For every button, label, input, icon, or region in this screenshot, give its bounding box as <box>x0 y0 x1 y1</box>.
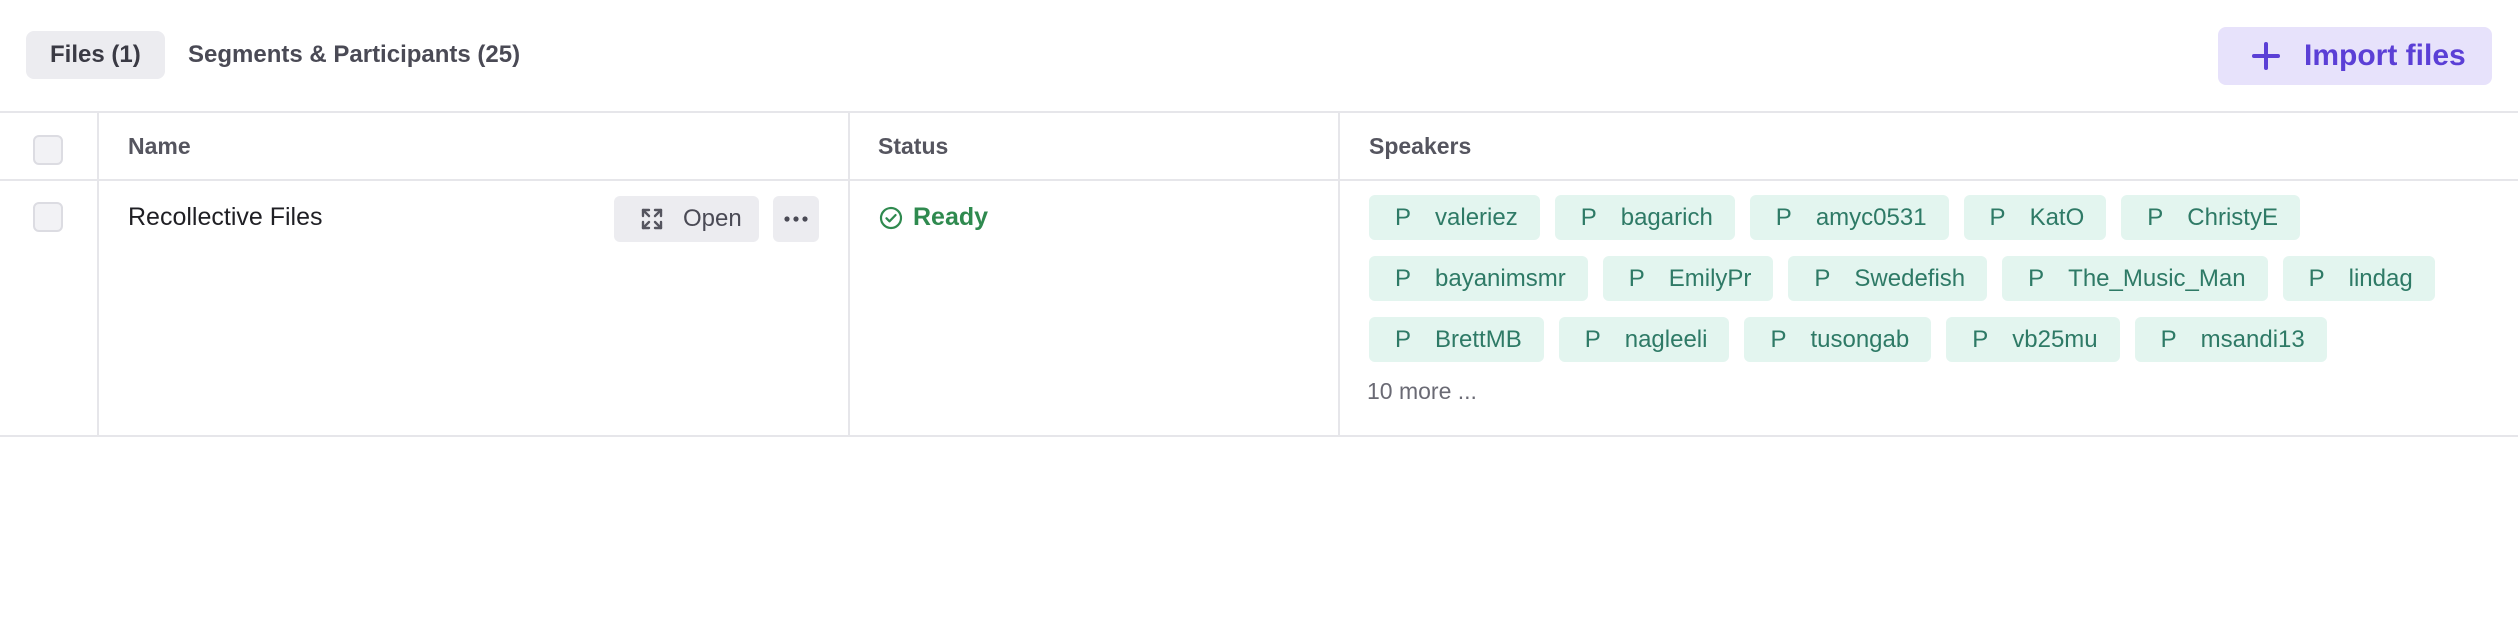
column-divider <box>1338 113 1340 181</box>
more-speakers-link[interactable]: 10 more ... <box>1367 378 1477 405</box>
speaker-name: nagleeli <box>1624 325 1708 353</box>
speaker-chip[interactable]: P BrettMB <box>1369 317 1544 362</box>
participant-icon: P <box>1395 325 1412 353</box>
speaker-chip[interactable]: P KatO <box>1963 195 2107 240</box>
speaker-name: BrettMB <box>1435 325 1522 353</box>
column-header-speakers[interactable]: Speakers <box>1369 133 1471 160</box>
column-divider <box>97 113 99 181</box>
open-button[interactable]: Open <box>614 196 759 242</box>
file-name[interactable]: Recollective Files <box>128 203 323 232</box>
tab-segments-participants[interactable]: Segments & Participants (25) <box>164 31 544 79</box>
participant-icon: P <box>2160 325 2177 353</box>
status-label: Ready <box>913 203 989 231</box>
speaker-chip[interactable]: Pvb25mu <box>1946 317 2120 362</box>
participant-icon: P <box>2028 264 2045 292</box>
speaker-name: vb25mu <box>2012 325 2098 353</box>
status-badge: Ready <box>879 203 988 232</box>
speaker-chip[interactable]: Plindag <box>2282 256 2435 301</box>
table-header: Name Status Speakers <box>0 113 2518 181</box>
check-circle-icon <box>879 206 903 229</box>
participant-icon: P <box>1989 203 2006 231</box>
participant-icon: P <box>1814 264 1831 292</box>
expand-icon <box>641 208 663 230</box>
speaker-name: The_Music_Man <box>2068 264 2246 292</box>
column-divider <box>1338 181 1340 435</box>
speaker-chip[interactable]: Pmsandi13 <box>2134 317 2327 362</box>
speaker-name: bayanimsmr <box>1435 264 1566 292</box>
column-divider <box>848 181 850 435</box>
top-bar: Files (1) Segments & Participants (25) I… <box>0 0 2518 113</box>
more-options-button[interactable] <box>773 196 819 242</box>
tab-files[interactable]: Files (1) <box>26 31 165 79</box>
participant-icon: P <box>1972 325 1989 353</box>
speaker-name: ChristyE <box>2187 203 2278 231</box>
participant-icon: P <box>1580 203 1597 231</box>
open-label: Open <box>683 205 742 232</box>
participant-icon: P <box>2147 203 2164 231</box>
row-select-checkbox[interactable] <box>33 202 63 232</box>
speaker-chip[interactable]: P EmilyPr <box>1602 256 1774 301</box>
participant-icon: P <box>1584 325 1601 353</box>
column-header-name[interactable]: Name <box>128 133 191 160</box>
import-files-label: Import files <box>2304 39 2466 72</box>
speaker-chip[interactable]: Pnagleeli <box>1558 317 1730 362</box>
speaker-name: bagarich <box>1620 203 1713 231</box>
participant-icon: P <box>1395 203 1412 231</box>
speaker-name: valeriez <box>1435 203 1518 231</box>
import-files-button[interactable]: Import files <box>2218 27 2492 85</box>
speaker-name: lindag <box>2348 264 2413 292</box>
speaker-chip[interactable]: P Swedefish <box>1788 256 1988 301</box>
speaker-chip[interactable]: Pbagarich <box>1554 195 1735 240</box>
plus-icon <box>2252 42 2280 70</box>
speaker-name: amyc0531 <box>1815 203 1927 231</box>
participant-icon: P <box>1395 264 1412 292</box>
speaker-chip[interactable]: Ptusongab <box>1744 317 1932 362</box>
speaker-chip[interactable]: P The_Music_Man <box>2002 256 2268 301</box>
speaker-name: EmilyPr <box>1668 264 1752 292</box>
column-header-status[interactable]: Status <box>878 133 948 160</box>
speaker-name: tusongab <box>1810 325 1910 353</box>
speakers-list: Pvaleriez Pbagarich Pamyc0531 P KatO P Christy… <box>1367 195 2449 405</box>
speaker-chip[interactable]: Pbayanimsmr <box>1369 256 1588 301</box>
speaker-name: Swedefish <box>1854 264 1966 292</box>
speaker-chip[interactable]: Pamyc0531 <box>1749 195 1949 240</box>
table-row[interactable]: Recollective Files Open Ready P valeriez… <box>0 181 2518 437</box>
column-divider <box>97 181 99 435</box>
speaker-chip[interactable]: P ChristyE <box>2121 195 2300 240</box>
participant-icon: P <box>1628 264 1645 292</box>
column-divider <box>848 113 850 181</box>
speaker-chip[interactable]: Pvaleriez <box>1369 195 1540 240</box>
speaker-name: KatO <box>2029 203 2085 231</box>
select-all-checkbox[interactable] <box>33 135 63 165</box>
ellipsis-icon <box>784 216 808 222</box>
participant-icon: P <box>2308 264 2325 292</box>
participant-icon: P <box>1770 325 1787 353</box>
speaker-name: msandi13 <box>2200 325 2305 353</box>
participant-icon: P <box>1775 203 1792 231</box>
